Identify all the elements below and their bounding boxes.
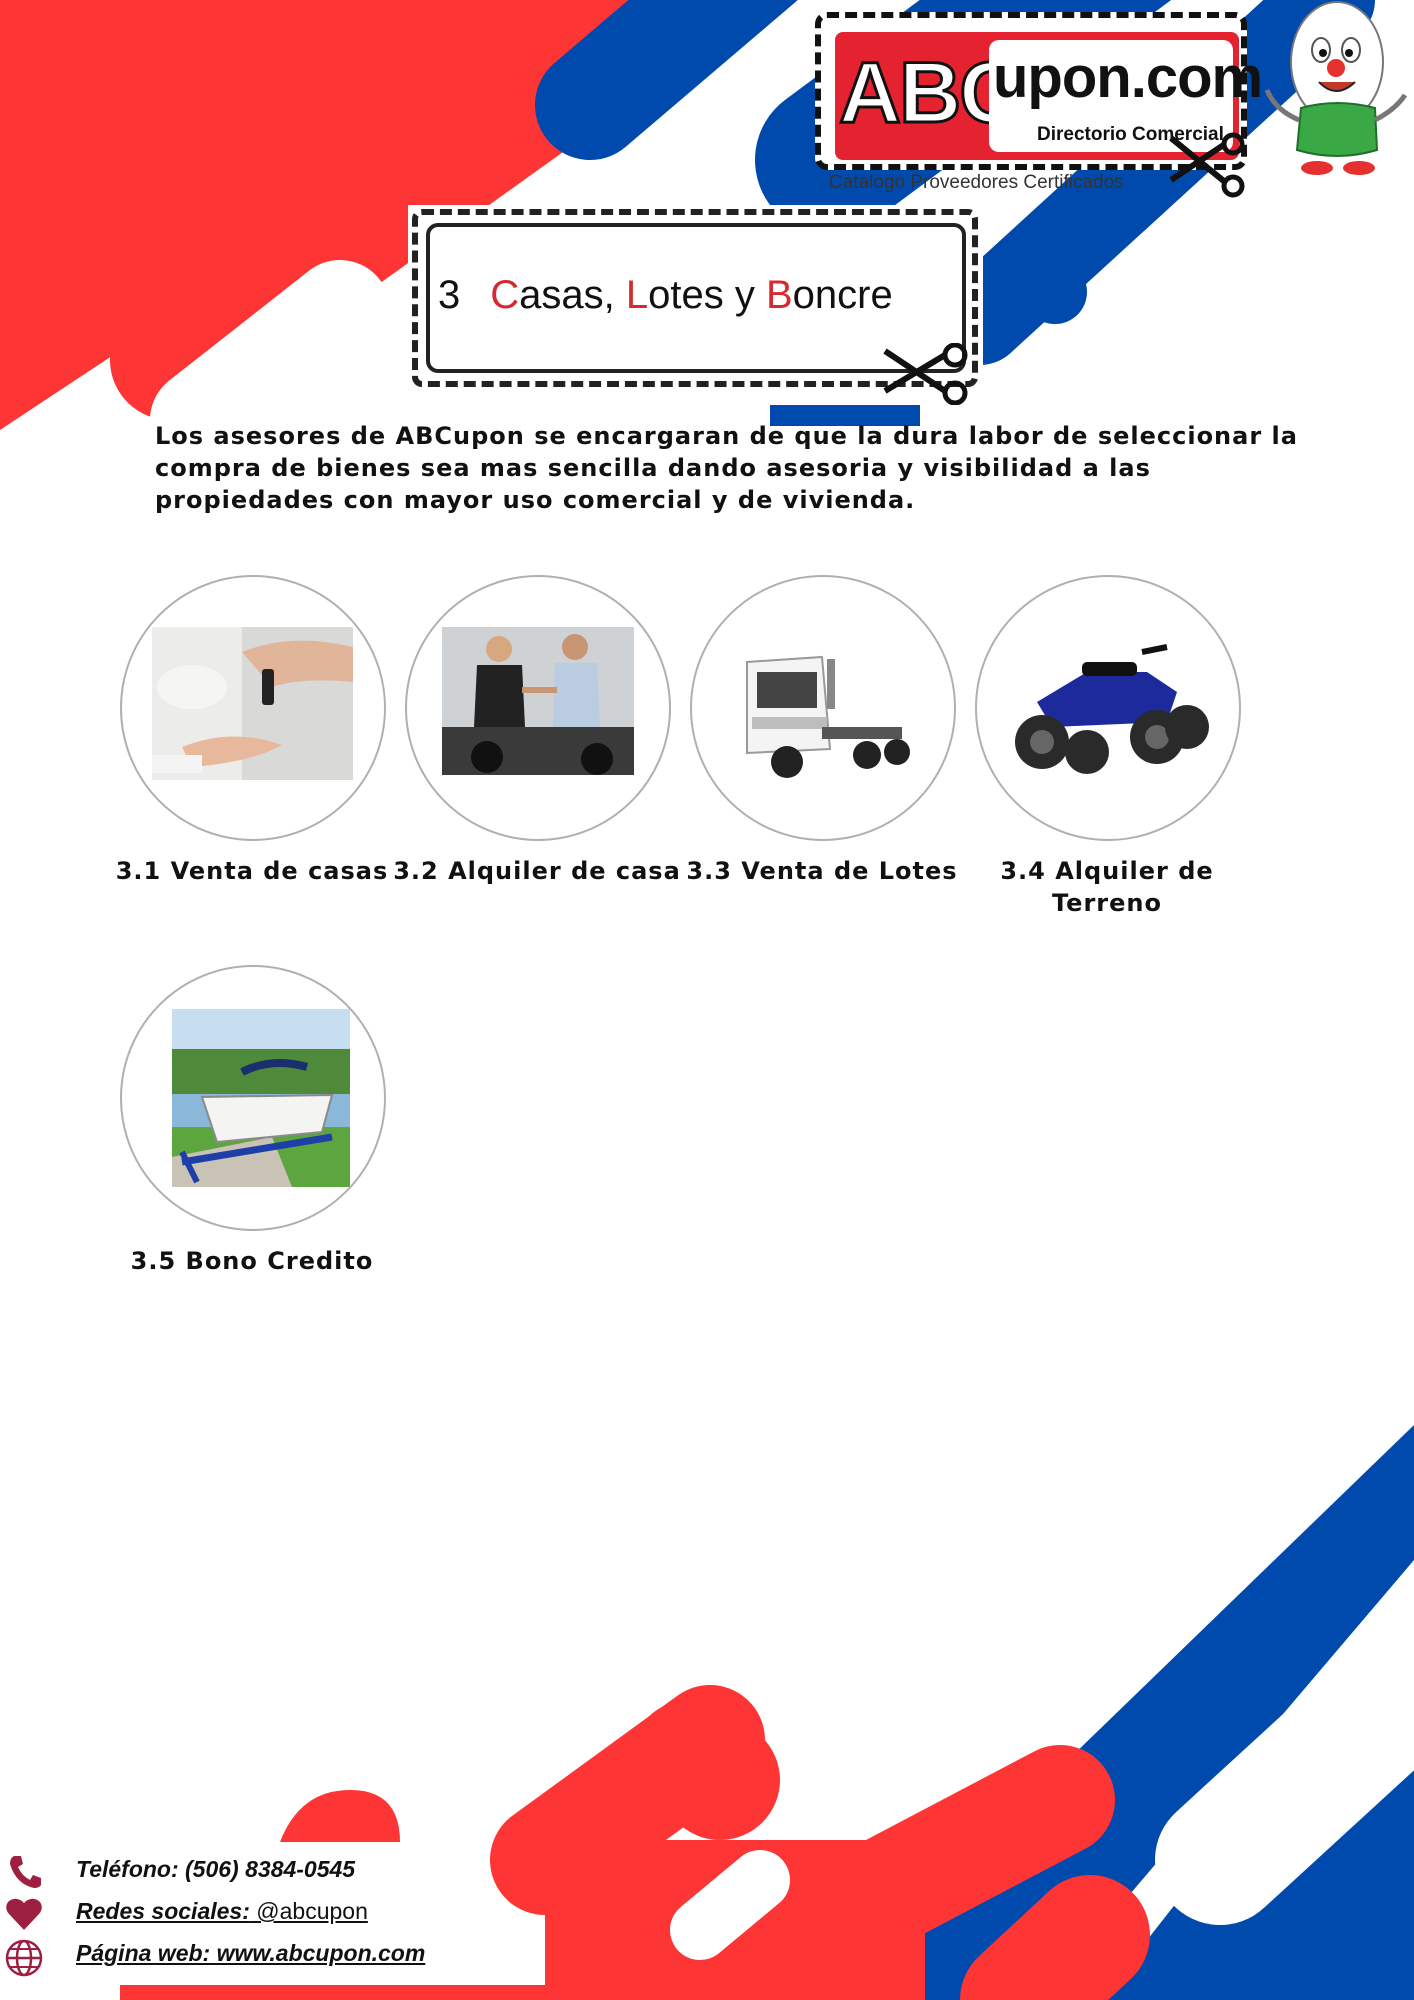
- car-key-handover-photo: [152, 627, 353, 780]
- card-caption: 3.2 Alquiler de casa: [393, 857, 681, 885]
- social-text: Redes sociales: @abcupon: [76, 1898, 368, 1925]
- phone-icon: [10, 1856, 41, 1888]
- phone-text: Teléfono: (506) 8384-0545: [76, 1856, 356, 1882]
- logo-domain-text: upon.com: [993, 45, 1263, 110]
- white-bottom-cut: [670, 1850, 790, 1960]
- card-photo-frame: [120, 575, 386, 841]
- card-photo-frame: [975, 575, 1241, 841]
- logo-tagline: Catalogo Proveedores Certificados: [829, 172, 1124, 193]
- title-text-segment: oncre: [792, 273, 893, 317]
- blue-stripe-top-a: [535, 0, 798, 160]
- footer-website[interactable]: Página web: www.abcupon.com: [0, 1936, 460, 1977]
- title-initial-letter: L: [625, 273, 649, 317]
- scissors-icon: [1169, 132, 1245, 198]
- globe-icon: [5, 1939, 43, 1977]
- section-number: 3: [438, 273, 461, 317]
- heart-icon: [6, 1898, 42, 1930]
- blue-atv-photo: [1015, 644, 1209, 774]
- card-caption: 3.5 Bono Credito: [130, 1247, 374, 1275]
- egg-mascot-icon: [1264, 1, 1408, 175]
- white-truck-photo: [746, 655, 910, 778]
- card-caption: 3.1 Venta de casas: [115, 857, 389, 885]
- card-photo-frame: [690, 575, 956, 841]
- card-caption: 3.4 Alquiler de Terreno: [1000, 857, 1214, 917]
- title-text-segment: otes y: [648, 273, 766, 317]
- blue-dot: [1023, 260, 1087, 324]
- card-photo-frame: [405, 575, 671, 841]
- title-text-segment: asas,: [519, 273, 626, 317]
- abcupon-logo: ABC upon.com Directorio Comercial Catalo…: [815, 12, 1263, 198]
- social-handle[interactable]: @abcupon: [250, 1898, 368, 1924]
- title-initial-letter: B: [765, 273, 793, 317]
- red-bottom-bump: [280, 1790, 400, 1842]
- website-link[interactable]: Página web: www.abcupon.com: [76, 1940, 425, 1967]
- card-photo-frame: [120, 965, 386, 1231]
- intro-paragraph: Los asesores de ABCupon se encargaran de…: [155, 422, 1298, 514]
- section-title-text: Casas, Lotes y Boncre: [490, 273, 892, 317]
- footer-phone[interactable]: Teléfono: (506) 8384-0545: [0, 1852, 420, 1888]
- footer-social[interactable]: Redes sociales: @abcupon: [0, 1894, 420, 1930]
- red-bottom-diag-b: [630, 1700, 780, 1840]
- boat-on-trailer-photo: [172, 1009, 350, 1187]
- section-title-coupon: 3 Casas, Lotes y Boncre: [408, 205, 983, 405]
- social-label: Redes sociales:: [76, 1898, 250, 1924]
- section-title: 3 Casas, Lotes y Boncre: [438, 271, 893, 319]
- red-bottom-diag-d: [960, 1875, 1150, 2000]
- title-initial-letter: C: [490, 273, 520, 317]
- red-bottom-strip: [120, 1985, 550, 2000]
- card-caption: 3.3 Venta de Lotes: [686, 857, 958, 885]
- scissors-icon: [883, 343, 968, 405]
- motorcycle-dealership-photo: [442, 627, 634, 775]
